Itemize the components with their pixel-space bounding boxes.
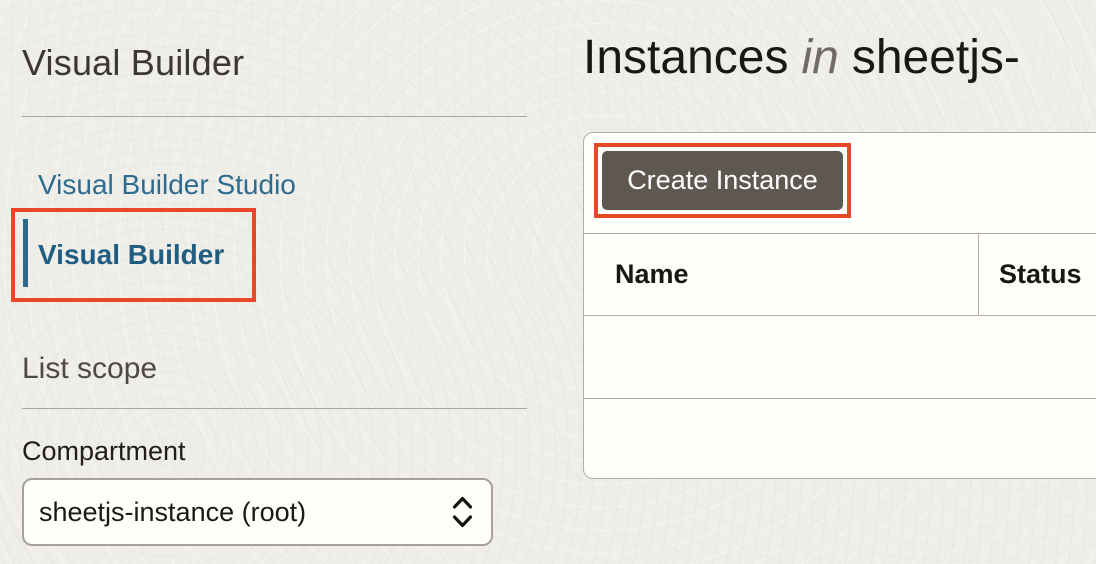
table-row <box>584 399 1096 478</box>
sidebar-item-visual-builder[interactable]: Visual Builder <box>38 239 224 271</box>
sidebar-title: Visual Builder <box>22 42 245 83</box>
select-chevrons-icon <box>452 496 473 528</box>
page-title-entity: Instances <box>583 31 789 84</box>
page-title-scope: sheetjs- <box>851 31 1020 84</box>
annotation-highlight-create-button: Create Instance <box>594 143 851 218</box>
annotation-highlight-sidebar-item: Visual Builder <box>11 208 256 302</box>
compartment-select[interactable]: sheetjs-instance (root) <box>22 478 493 546</box>
page-title-connector: in <box>801 31 839 84</box>
instances-panel: Create Instance Name Status <box>583 132 1096 479</box>
column-header-name: Name <box>584 234 979 315</box>
active-indicator-bar <box>23 219 28 287</box>
oci-console-page: Visual Builder Visual Builder Studio Vis… <box>0 0 1096 564</box>
list-scope-heading: List scope <box>22 352 158 385</box>
table-row <box>584 316 1096 399</box>
sidebar-item-visual-builder-studio[interactable]: Visual Builder Studio <box>38 169 296 201</box>
table-header-row: Name Status <box>584 233 1096 316</box>
compartment-select-value: sheetjs-instance (root) <box>39 496 307 527</box>
sidebar-divider-top <box>22 116 527 117</box>
table-body <box>584 316 1096 478</box>
column-header-name-label: Name <box>615 259 689 289</box>
column-header-status: Status <box>979 234 1096 315</box>
column-header-status-label: Status <box>999 259 1082 289</box>
create-instance-button[interactable]: Create Instance <box>602 151 843 210</box>
compartment-label: Compartment <box>22 436 186 466</box>
page-title: Instances in sheetjs- <box>583 30 1020 85</box>
list-scope-divider <box>22 408 527 409</box>
